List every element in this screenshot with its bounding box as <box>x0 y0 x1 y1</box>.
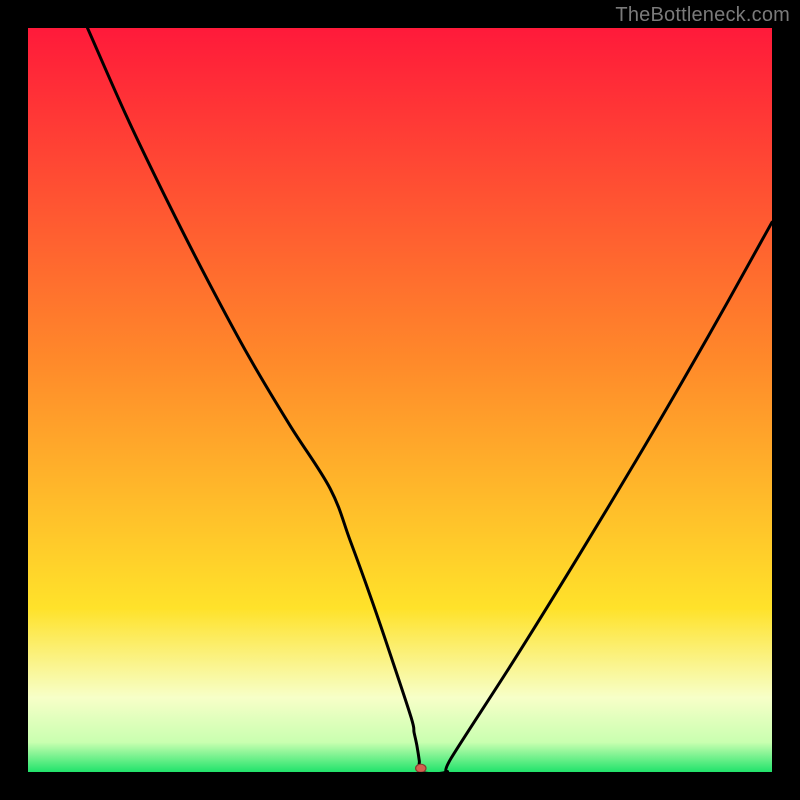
plot-area <box>28 28 772 772</box>
bottleneck-chart <box>28 28 772 772</box>
optimal-point-marker <box>416 764 426 772</box>
gradient-background <box>28 28 772 772</box>
chart-frame: TheBottleneck.com <box>0 0 800 800</box>
watermark-text: TheBottleneck.com <box>615 4 790 27</box>
